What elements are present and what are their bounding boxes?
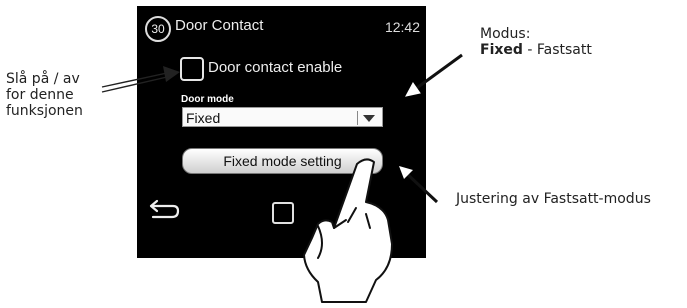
annotation-enable: Slå på / av for denne funksjonen (6, 71, 83, 119)
door-contact-enable-label: Door contact enable (208, 59, 343, 76)
annotation-enable-line3: funksjonen (6, 103, 83, 119)
door-mode-value: Fixed (186, 110, 221, 126)
annotation-mode: Modus: Fixed - Fastsatt (480, 26, 592, 58)
select-divider (357, 111, 358, 125)
door-mode-label: Door mode (181, 94, 234, 105)
clock: 12:42 (384, 19, 420, 35)
screen-title: Door Contact (175, 17, 264, 34)
fixed-mode-setting-button[interactable]: Fixed mode setting (182, 148, 383, 174)
door-mode-select[interactable]: Fixed (182, 107, 383, 127)
chevron-down-icon[interactable] (363, 115, 375, 122)
annotation-mode-fixed: Fixed (480, 42, 523, 58)
device-screen: 30 Door Contact 12:42 Door contact enabl… (137, 6, 426, 258)
status-bar: 30 Door Contact 12:42 (137, 6, 426, 42)
back-arrow-icon[interactable] (149, 198, 181, 220)
step-badge: 30 (145, 16, 171, 42)
annotation-mode-line1: Modus: (480, 26, 531, 42)
door-contact-enable-checkbox[interactable] (180, 57, 204, 81)
annotation-fixed-setting: Justering av Fastsatt-modus (456, 191, 651, 207)
annotation-mode-rest: - Fastsatt (522, 42, 592, 58)
annotation-mode-line2: Fixed - Fastsatt (480, 42, 592, 58)
annotation-enable-line2: for denne (6, 87, 74, 103)
home-square-icon[interactable] (272, 202, 294, 224)
annotation-enable-line1: Slå på / av (6, 71, 80, 87)
